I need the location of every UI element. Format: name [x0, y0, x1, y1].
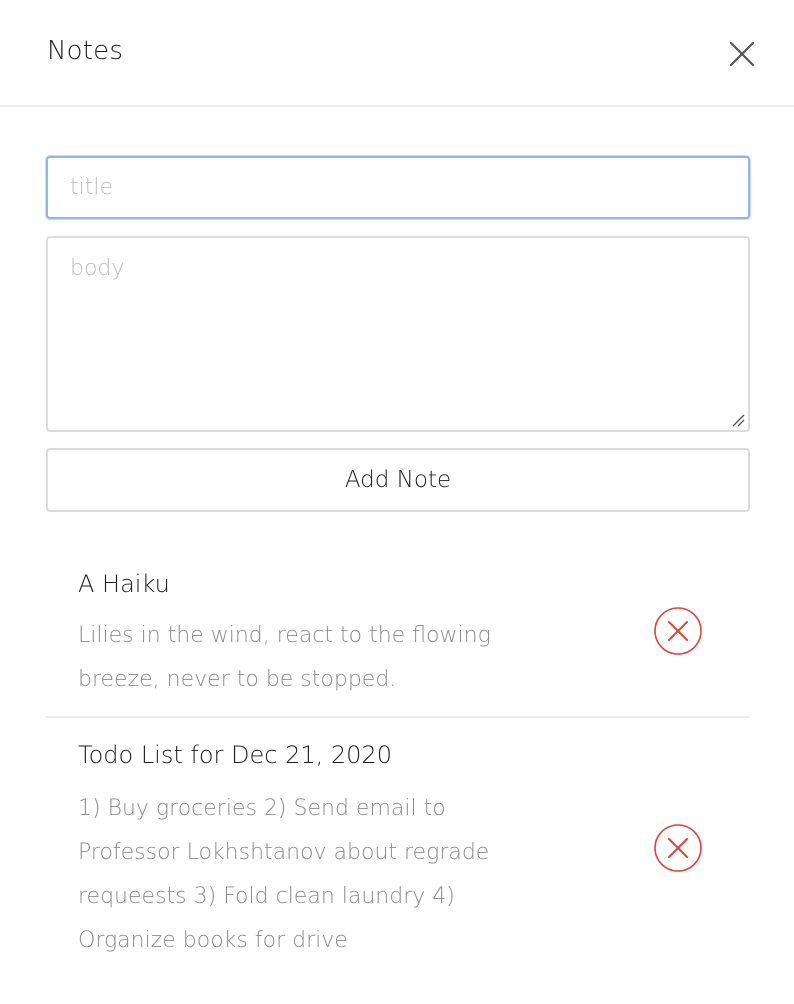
delete-circle-x-icon [654, 607, 702, 655]
note-body: Lilies in the wind, react to the flowing… [78, 623, 491, 692]
title-input[interactable] [46, 156, 750, 219]
close-icon [729, 41, 755, 67]
note-body: 1) Buy groceries 2) Send email to Profes… [78, 796, 490, 953]
close-button[interactable] [724, 36, 760, 72]
body-textarea[interactable] [46, 236, 750, 432]
page-title: Notes [47, 36, 124, 66]
delete-note-button[interactable] [653, 823, 703, 873]
note-item: Todo List for Dec 21, 2020 1) Buy grocer… [46, 719, 750, 1004]
note-item: A Haiku Lilies in the wind, react to the… [46, 545, 750, 718]
note-title: Todo List for Dec 21, 2020 [78, 741, 392, 769]
add-note-button[interactable]: Add Note [46, 448, 750, 512]
resize-grip-icon[interactable] [730, 412, 746, 428]
delete-note-button[interactable] [653, 606, 703, 656]
notes-header: Notes [0, 0, 794, 107]
note-title: A Haiku [78, 570, 170, 598]
delete-circle-x-icon [654, 824, 702, 872]
